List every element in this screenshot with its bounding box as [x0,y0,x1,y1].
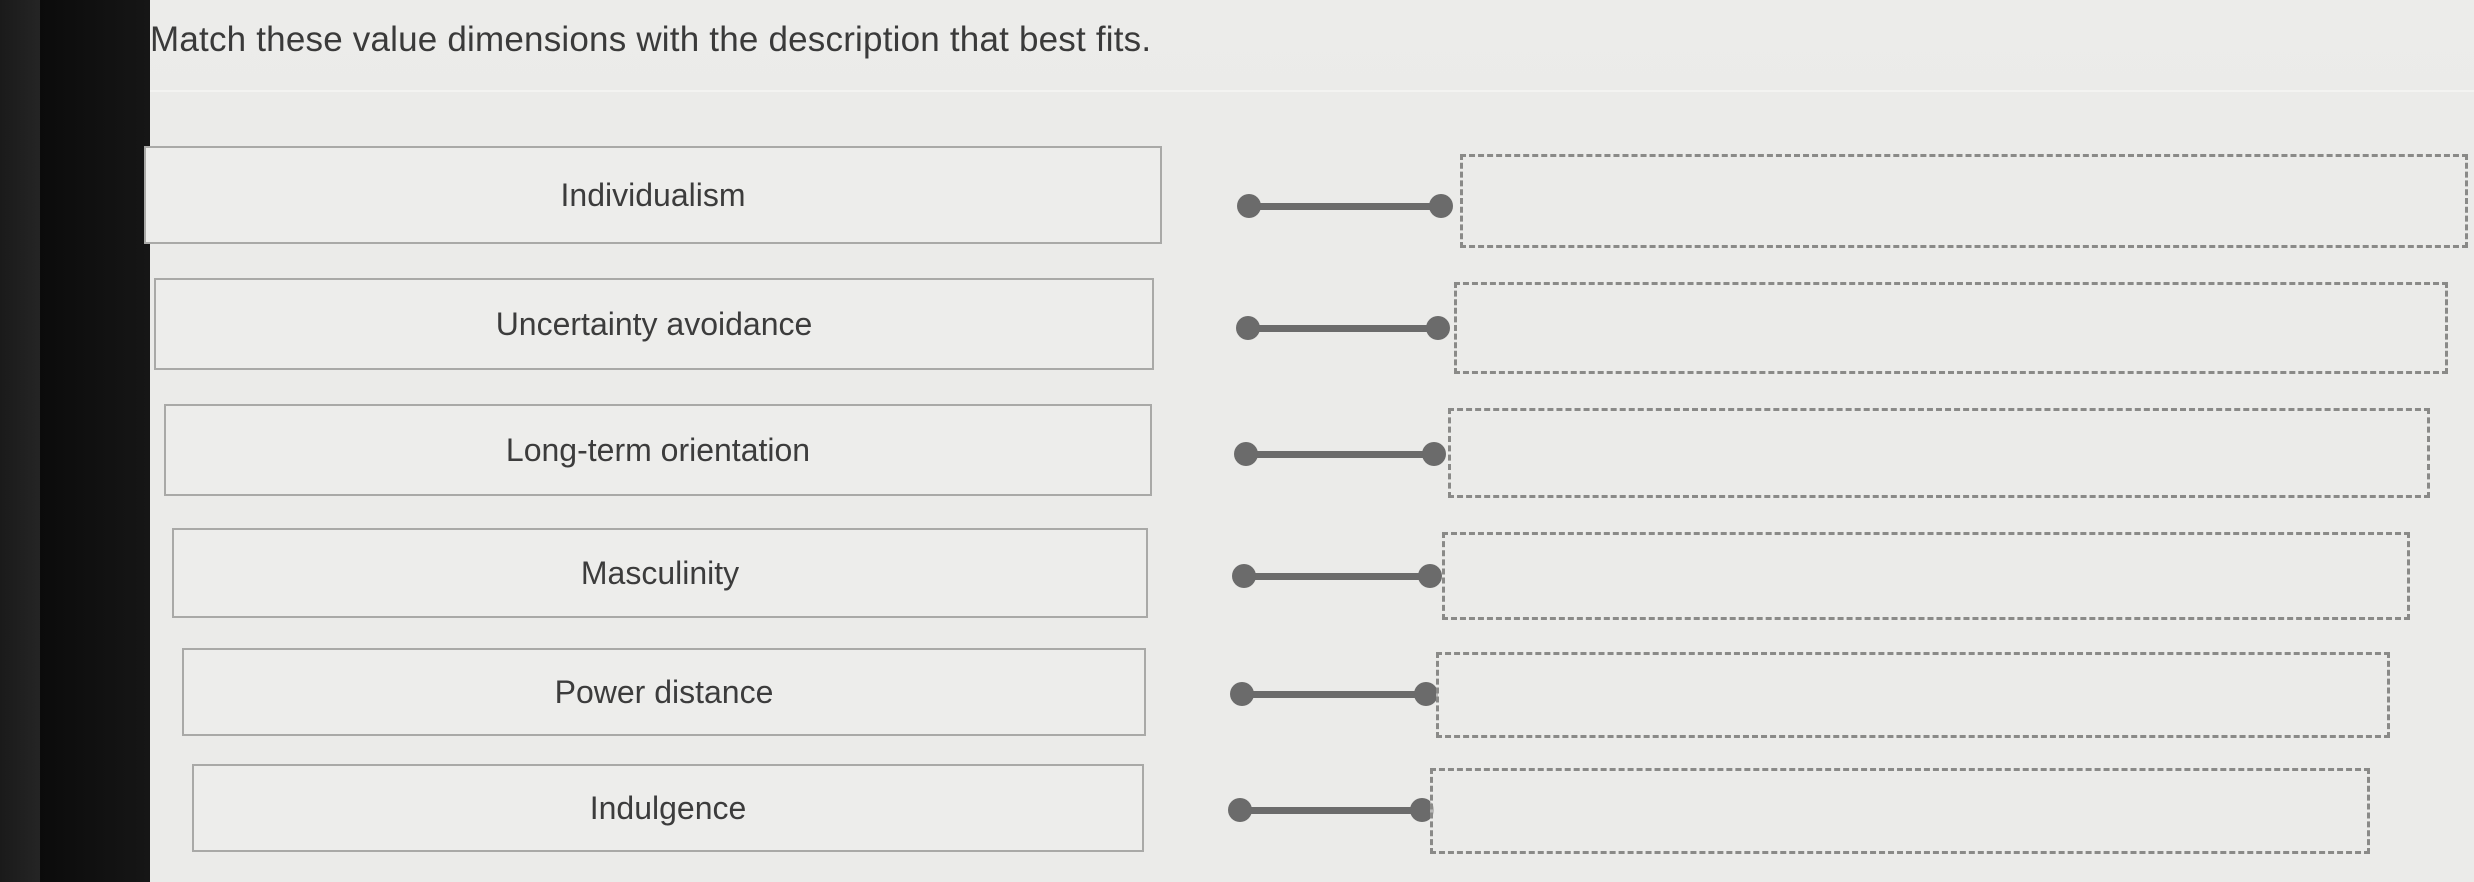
screen: Match these value dimensions with the de… [0,0,2474,882]
term-label: Power distance [554,673,774,710]
match-row-6: Indulgence [150,92,2474,854]
connector-3[interactable] [1234,442,1446,466]
connector-handle-left[interactable] [1236,316,1260,340]
connector-handle-left[interactable] [1232,564,1256,588]
drop-zone-5[interactable] [1436,652,2390,738]
connector-line [1238,807,1424,814]
matching-panel: Individualism Uncertainty avoidance Long… [144,90,2474,882]
term-label: Indulgence [589,789,747,826]
connector-handle-left[interactable] [1228,798,1252,822]
question-prompt: Match these value dimensions with the de… [150,20,1152,59]
term-label: Masculinity [580,554,740,591]
term-box-masculinity[interactable]: Masculinity [172,528,1148,618]
term-box-long-term-orientation[interactable]: Long-term orientation [164,404,1152,496]
matching-question-page: Match these value dimensions with the de… [144,0,2474,882]
drop-zone-3[interactable] [1448,408,2430,498]
monitor-bezel-inner [40,0,150,882]
connector-handle-right[interactable] [1422,442,1446,466]
connector-line [1240,691,1428,698]
connector-handle-left[interactable] [1237,194,1261,218]
term-label: Uncertainty avoidance [495,305,813,342]
connector-line [1242,573,1432,580]
connector-4[interactable] [1232,564,1442,588]
connector-6[interactable] [1228,798,1434,822]
term-label: Long-term orientation [505,431,811,468]
term-box-power-distance[interactable]: Power distance [182,648,1146,736]
connector-handle-right[interactable] [1426,316,1450,340]
drop-zone-6[interactable] [1430,768,2370,854]
connector-5[interactable] [1230,682,1438,706]
connector-line [1246,325,1440,332]
drop-zone-4[interactable] [1442,532,2410,620]
connector-handle-left[interactable] [1230,682,1254,706]
term-box-uncertainty-avoidance[interactable]: Uncertainty avoidance [154,278,1154,370]
connector-handle-right[interactable] [1429,194,1453,218]
connector-2[interactable] [1236,316,1450,340]
term-box-indulgence[interactable]: Indulgence [192,764,1144,852]
drop-zone-2[interactable] [1454,282,2448,374]
connector-line [1244,451,1436,458]
connector-handle-right[interactable] [1418,564,1442,588]
connector-handle-left[interactable] [1234,442,1258,466]
connector-handle-right[interactable] [1414,682,1438,706]
connector-line [1247,203,1443,210]
monitor-bezel [0,0,150,882]
connector-1[interactable] [1237,194,1453,218]
